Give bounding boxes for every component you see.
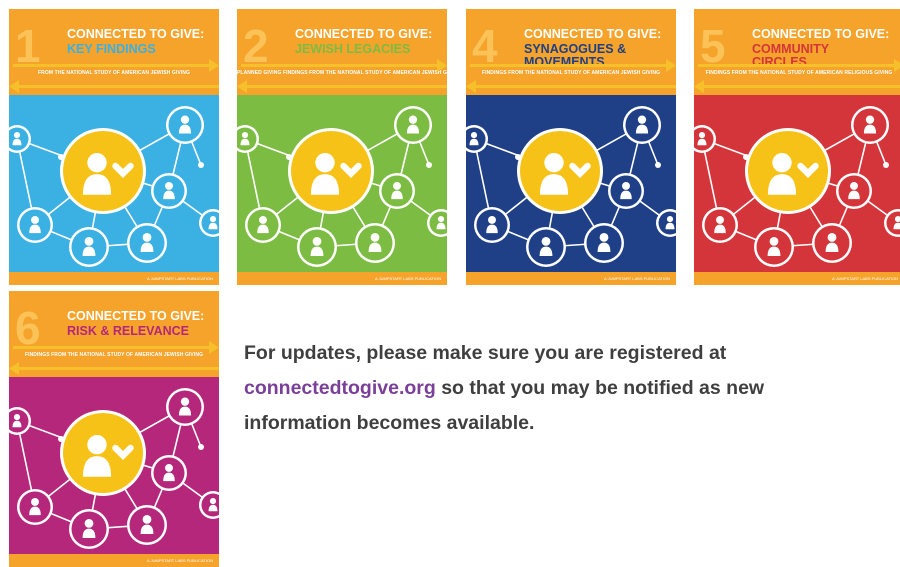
message-line2: so that you may be notified as new bbox=[436, 377, 764, 399]
cover-footer: A JUMPSTART LABS PUBLICATION bbox=[9, 272, 219, 285]
cover-network-art bbox=[466, 95, 676, 285]
cover-footer: A JUMPSTART LABS PUBLICATION bbox=[237, 272, 447, 285]
cover-network-art bbox=[9, 95, 219, 285]
cover-1[interactable]: 1CONNECTED TO GIVE:KEY FINDINGSFROM THE … bbox=[9, 9, 219, 285]
message-line3: information becomes available. bbox=[244, 412, 534, 434]
cover-6[interactable]: 6CONNECTED TO GIVE:RISK & RELEVANCEFINDI… bbox=[9, 291, 219, 567]
updates-message: For updates, please make sure you are re… bbox=[244, 336, 884, 441]
connectedtogive-link[interactable]: connectedtogive.org bbox=[244, 377, 436, 399]
cover-5[interactable]: 5CONNECTED TO GIVE:COMMUNITY CIRCLESFIND… bbox=[694, 9, 900, 285]
cover-footer: A JUMPSTART LABS PUBLICATION bbox=[9, 554, 219, 567]
cover-2[interactable]: 2CONNECTED TO GIVE:JEWISH LEGACIESPLANNE… bbox=[237, 9, 447, 285]
cover-arrows bbox=[9, 291, 219, 377]
cover-footer: A JUMPSTART LABS PUBLICATION bbox=[694, 272, 900, 285]
cover-arrows bbox=[466, 9, 676, 95]
cover-arrows bbox=[9, 9, 219, 95]
cover-network-art bbox=[694, 95, 900, 285]
cover-network-art bbox=[237, 95, 447, 285]
message-line1: For updates, please make sure you are re… bbox=[244, 342, 726, 364]
cover-footer: A JUMPSTART LABS PUBLICATION bbox=[466, 272, 676, 285]
cover-arrows bbox=[237, 9, 447, 95]
cover-network-art bbox=[9, 377, 219, 567]
cover-4[interactable]: 4CONNECTED TO GIVE:SYNAGOGUES & MOVEMENT… bbox=[466, 9, 676, 285]
cover-arrows bbox=[694, 9, 900, 95]
